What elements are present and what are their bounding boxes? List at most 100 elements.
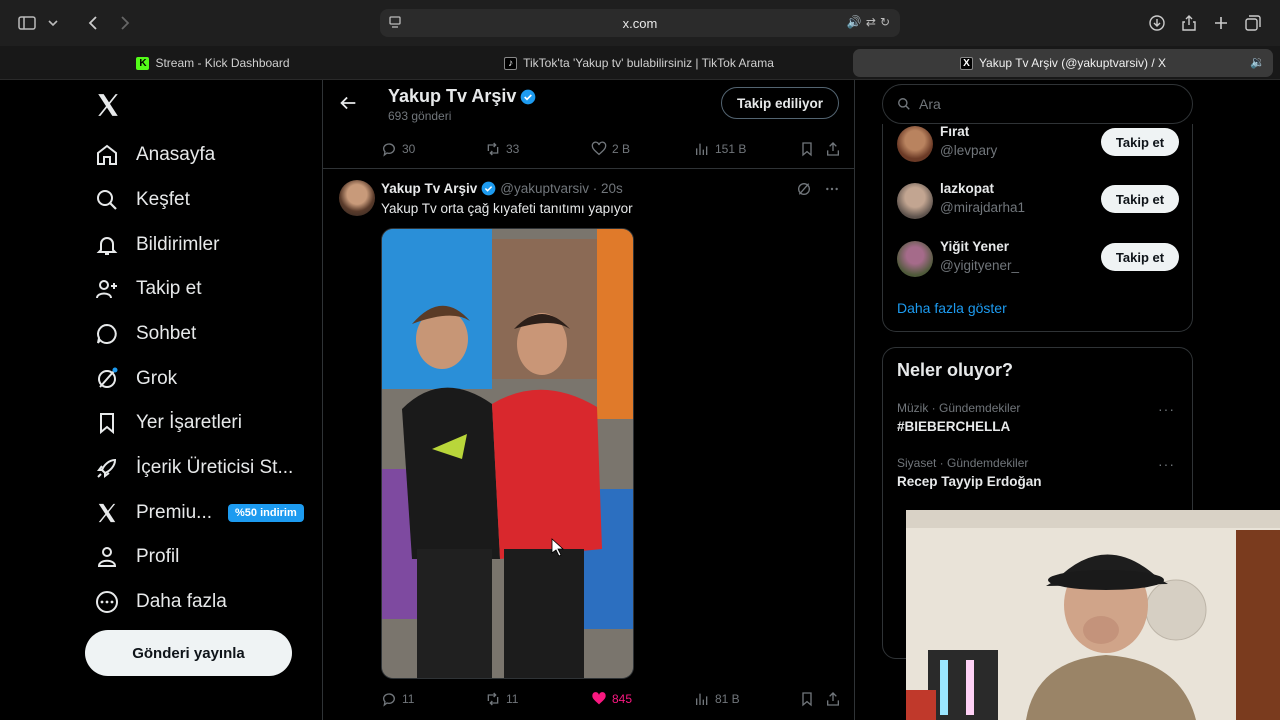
follow-button[interactable]: Takip et (1101, 128, 1179, 156)
more-circle-icon (95, 590, 119, 614)
nav-label: Takip et (136, 278, 202, 299)
prev-tweet-actions: 30 33 2 B 151 B (381, 141, 841, 161)
back-arrow-icon[interactable] (337, 92, 359, 114)
grok-icon[interactable] (796, 181, 812, 202)
chevron-down-icon[interactable] (40, 10, 66, 36)
reload-icon[interactable]: ↻ (880, 15, 890, 29)
show-more-link[interactable]: Daha fazla göster (897, 300, 1007, 316)
nav-home[interactable]: Anasayfa (95, 140, 215, 170)
tweet-handle-time[interactable]: @yakuptvarsiv · 20s (500, 181, 623, 196)
nav-grok[interactable]: Grok (95, 364, 177, 394)
nav-explore[interactable]: Keşfet (95, 185, 190, 215)
profile-icon (95, 545, 119, 569)
reply-button[interactable]: 30 (381, 141, 415, 157)
search-input[interactable]: Ara (882, 84, 1193, 124)
user-name[interactable]: Yiğit Yener (940, 239, 1009, 254)
avatar[interactable] (897, 183, 933, 219)
audio-icon[interactable]: 🔊 (847, 15, 862, 29)
page-settings-icon[interactable] (388, 15, 402, 29)
verified-badge-icon (481, 181, 496, 196)
suggested-user[interactable]: lazkopat @mirajdarha1 Takip et (897, 181, 1179, 221)
reply-count: 11 (402, 692, 415, 706)
bookmark-button[interactable] (799, 691, 815, 707)
user-handle[interactable]: @yigityener_ (940, 258, 1019, 273)
forward-nav-icon[interactable] (112, 10, 138, 36)
follow-user-icon (95, 277, 119, 301)
repost-button[interactable]: 33 (485, 141, 519, 157)
user-handle[interactable]: @mirajdarha1 (940, 200, 1025, 215)
tweet-top-icons (796, 181, 840, 202)
heart-filled-icon (592, 692, 606, 705)
nav-profile[interactable]: Profil (95, 542, 179, 572)
user-handle[interactable]: @levpary (940, 143, 997, 158)
reply-button[interactable]: 11 (381, 691, 414, 707)
address-bar[interactable]: x.com 🔊 ⇄ ↻ (380, 9, 900, 37)
trend-item[interactable]: Müzik · Gündemdekiler #BIEBERCHELLA ··· (897, 401, 1179, 434)
profile-name: Yakup Tv Arşiv (388, 86, 517, 106)
translate-icon[interactable]: ⇄ (866, 15, 876, 29)
nav-label: Bildirimler (136, 234, 220, 255)
suggested-user[interactable]: Yiğit Yener @yigityener_ Takip et (897, 239, 1179, 279)
tab-tiktok[interactable]: ♪ TikTok'ta 'Yakup tv' bulabilirsiniz | … (430, 49, 848, 77)
like-button[interactable]: 845 (591, 691, 632, 707)
views-count: 81 B (715, 692, 740, 706)
nav-notifications[interactable]: Bildirimler (95, 230, 219, 260)
follow-button[interactable]: Takip et (1101, 185, 1179, 213)
back-nav-icon[interactable] (80, 10, 106, 36)
tab-overview-icon[interactable] (1240, 10, 1266, 36)
more-options-icon[interactable]: ··· (1158, 456, 1175, 472)
tweet-actions: 11 11 845 81 B (381, 691, 841, 711)
tab-kick[interactable]: K Stream - Kick Dashboard (6, 49, 420, 77)
download-icon[interactable] (1144, 10, 1170, 36)
repost-icon (487, 692, 499, 706)
user-name[interactable]: lazkopat (940, 181, 994, 196)
like-button[interactable]: 2 B (591, 141, 630, 157)
tab-audio-icon[interactable]: 🔉 (1250, 55, 1265, 69)
nav-follow[interactable]: Takip et (95, 274, 201, 304)
suggested-user[interactable]: Fırat @levpary Takip et (897, 124, 1179, 164)
trend-meta: Siyaset · Gündemdekiler (897, 456, 1029, 470)
share-button[interactable] (825, 691, 841, 707)
reply-icon (383, 693, 395, 707)
bell-icon (95, 233, 119, 257)
nav-more[interactable]: Daha fazla (95, 587, 227, 617)
new-tab-icon[interactable] (1208, 10, 1234, 36)
tweet-avatar[interactable] (339, 180, 375, 216)
views-chart-icon (696, 693, 708, 705)
avatar[interactable] (897, 241, 933, 277)
follow-button[interactable]: Takip et (1101, 243, 1179, 271)
trend-name: Recep Tayyip Erdoğan (897, 474, 1042, 489)
x-logo-icon (95, 501, 119, 525)
who-to-follow-panel: Fırat @levpary Takip et lazkopat @mirajd… (882, 124, 1193, 332)
webcam-feed (906, 510, 1280, 720)
following-button[interactable]: Takip ediliyor (720, 87, 839, 119)
kick-favicon-icon: K (136, 56, 150, 70)
verified-badge-icon (521, 89, 536, 104)
sidebar-toggle-icon[interactable] (14, 10, 40, 36)
tab-label: Stream - Kick Dashboard (155, 56, 290, 70)
views-button[interactable]: 81 B (694, 691, 740, 707)
bookmark-button[interactable] (799, 141, 815, 157)
like-count: 845 (612, 692, 633, 706)
main-timeline: Yakup Tv Arşiv 693 gönderi Takip ediliyo… (322, 80, 855, 720)
tweet-header: Yakup Tv Arşiv @yakuptvarsiv · 20s (381, 181, 623, 196)
nav-bookmarks[interactable]: Yer İşaretleri (95, 408, 242, 438)
more-options-icon[interactable] (824, 181, 840, 202)
share-icon[interactable] (1176, 10, 1202, 36)
post-button[interactable]: Gönderi yayınla (85, 630, 292, 676)
search-icon (898, 98, 910, 110)
nav-creator-studio[interactable]: İçerik Üreticisi St... (95, 453, 293, 483)
share-button[interactable] (825, 141, 841, 157)
nav-premium[interactable]: Premiu... %50 indirim (95, 498, 304, 528)
more-options-icon[interactable]: ··· (1158, 401, 1175, 417)
nav-chat[interactable]: Sohbet (95, 319, 196, 349)
tab-x-profile[interactable]: X Yakup Tv Arşiv (@yakuptvarsiv) / X 🔉 (853, 49, 1273, 77)
tweet-author-name[interactable]: Yakup Tv Arşiv (381, 181, 477, 196)
views-button[interactable]: 151 B (694, 141, 746, 157)
user-name[interactable]: Fırat (940, 124, 969, 139)
trend-item[interactable]: Siyaset · Gündemdekiler Recep Tayyip Erd… (897, 456, 1179, 489)
repost-button[interactable]: 11 (485, 691, 518, 707)
tweet-video[interactable] (381, 228, 634, 679)
x-logo-icon[interactable] (95, 92, 121, 118)
avatar[interactable] (897, 126, 933, 162)
